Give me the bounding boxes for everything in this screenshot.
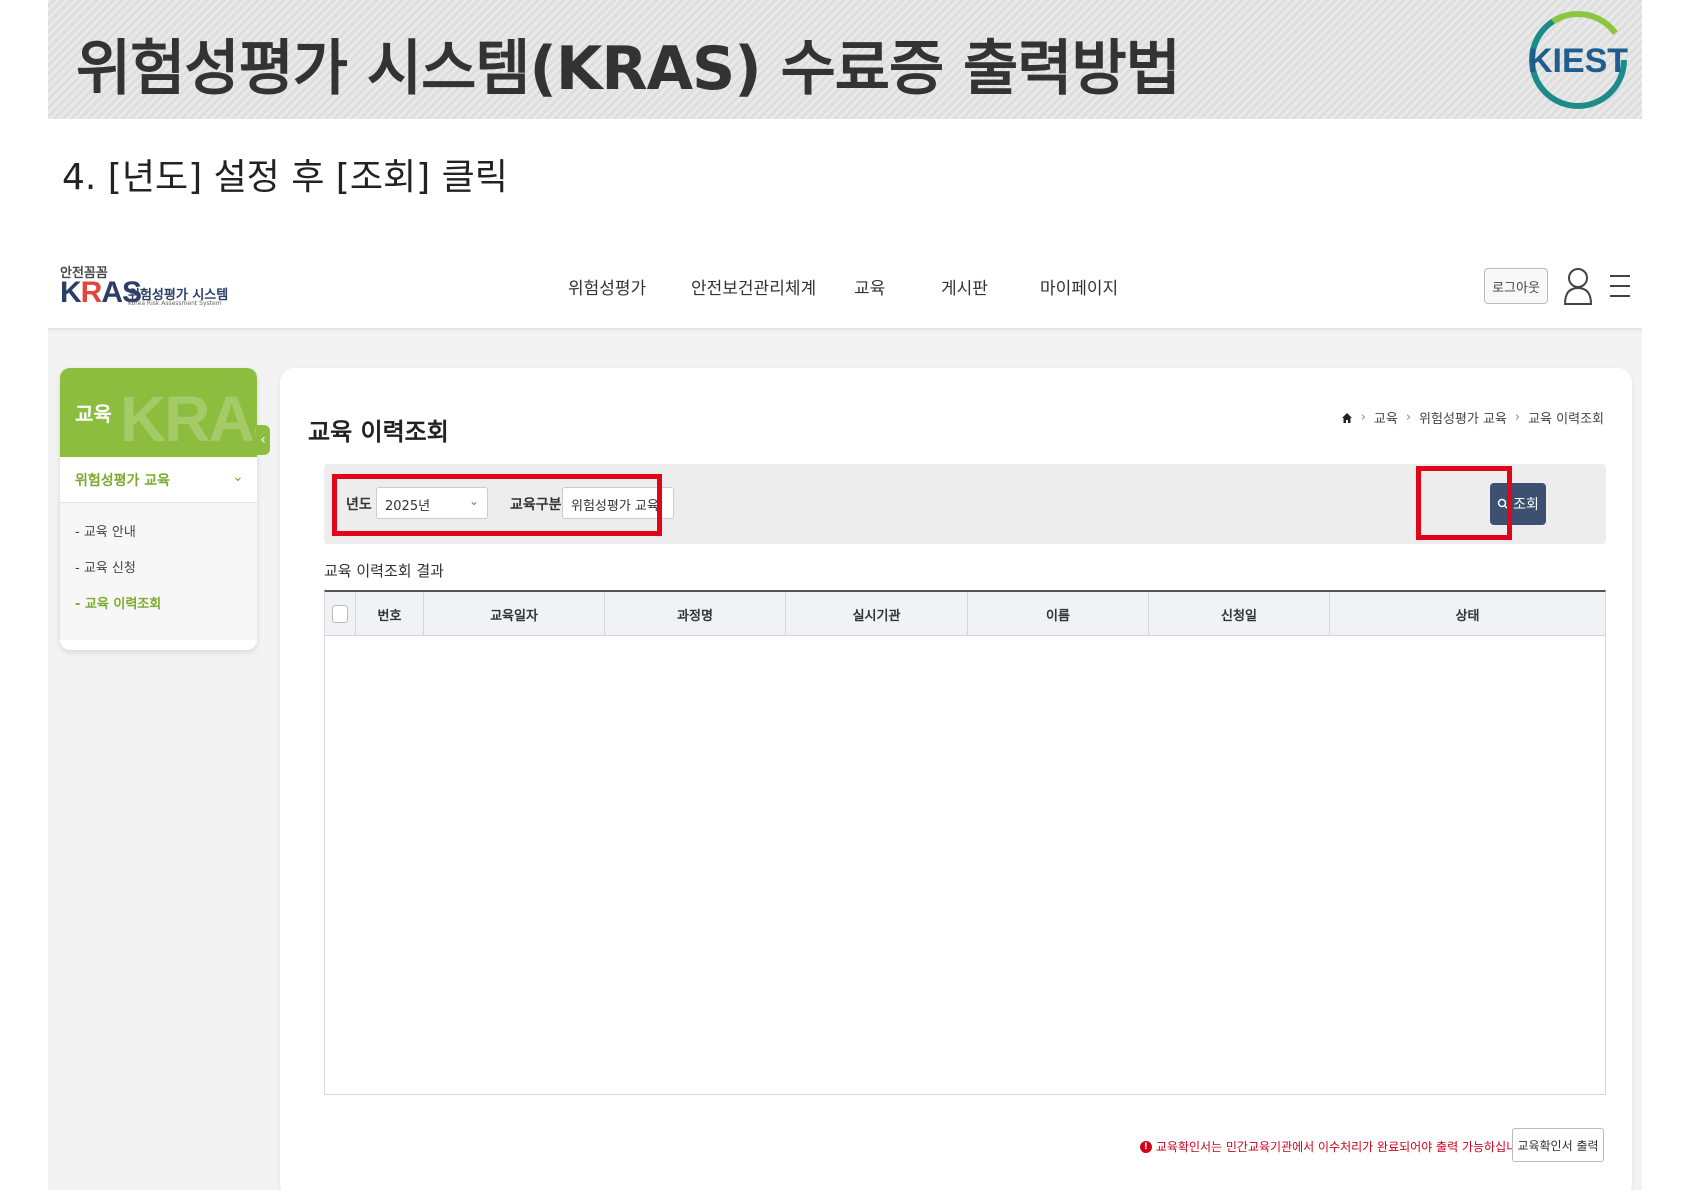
sidebar-submenu: - 교육 안내 - 교육 신청 - 교육 이력조회	[60, 503, 257, 640]
column-header-course: 과정명	[604, 592, 785, 636]
global-nav: 위험성평가 안전보건관리체계 교육 게시판 마이페이지	[48, 230, 1642, 329]
highlight-search-box	[1416, 466, 1512, 540]
result-table: 번호 교육일자 과정명 실시기관 이름 신청일 상태	[324, 590, 1606, 1095]
sidebar: KRAS 교육 ‹ 위험성평가 교육 ⌄ - 교육 안내 - 교육 신청 - 교…	[60, 368, 270, 650]
print-notice-text: 교육확인서는 민간교육기관에서 이수처리가 완료되어야 출력 가능하십니다.	[1155, 1140, 1532, 1154]
breadcrumb: › 교육 › 위험성평가 교육 › 교육 이력조회	[1341, 408, 1604, 427]
sidebar-category-label: 위험성평가 교육	[75, 473, 171, 489]
column-header-date: 교육일자	[423, 592, 604, 636]
column-header-status: 상태	[1329, 592, 1605, 636]
nav-item-safety-management[interactable]: 안전보건관리체계	[691, 274, 816, 299]
main-content: 교육 이력조회 › 교육 › 위험성평가 교육 › 교육 이력조회 년도 202…	[280, 368, 1632, 1190]
user-icon[interactable]	[1562, 266, 1594, 306]
logout-button[interactable]: 로그아웃	[1484, 268, 1548, 304]
sidebar-item-history[interactable]: - 교육 이력조회	[75, 593, 161, 612]
breadcrumb-separator: ›	[1514, 410, 1521, 425]
sidebar-item-apply[interactable]: - 교육 신청	[75, 557, 136, 576]
nav-item-mypage[interactable]: 마이페이지	[1040, 274, 1118, 299]
sidebar-title: 교육	[75, 402, 112, 426]
result-label: 교육 이력조회 결과	[324, 562, 444, 580]
slide-page: 위험성평가 시스템(KRAS) 수료증 출력방법 KIEST 4. [년도] 설…	[0, 0, 1682, 1190]
nav-item-risk-assessment[interactable]: 위험성평가	[568, 274, 646, 299]
sidebar-header: KRAS 교육	[60, 368, 257, 457]
print-notice: ! 교육확인서는 민간교육기관에서 이수처리가 완료되어야 출력 가능하십니다.	[1139, 1138, 1532, 1155]
sidebar-collapse-icon[interactable]: ‹	[256, 425, 270, 455]
chevron-down-icon: ⌄	[232, 469, 244, 485]
table-header: 번호 교육일자 과정명 실시기관 이름 신청일 상태	[325, 592, 1605, 636]
breadcrumb-separator: ›	[1360, 410, 1366, 425]
sidebar-item-guide[interactable]: - 교육 안내	[75, 521, 136, 540]
select-all-cell	[325, 592, 355, 636]
nav-item-board[interactable]: 게시판	[941, 274, 988, 299]
breadcrumb-separator: ›	[1405, 410, 1412, 425]
nav-item-education[interactable]: 교육	[854, 274, 885, 299]
sidebar-watermark: KRAS	[120, 383, 257, 455]
kiest-logo: KIEST	[1528, 11, 1628, 109]
home-icon[interactable]	[1341, 412, 1353, 424]
slide-title: 위험성평가 시스템(KRAS) 수료증 출력방법	[76, 34, 1181, 104]
menu-icon[interactable]	[1608, 272, 1632, 300]
page-title: 교육 이력조회	[308, 418, 449, 446]
step-instruction: 4. [년도] 설정 후 [조회] 클릭	[62, 157, 508, 198]
slide-banner: 위험성평가 시스템(KRAS) 수료증 출력방법 KIEST	[48, 0, 1642, 119]
highlight-filter-box	[332, 474, 662, 536]
print-certificate-button[interactable]: 교육확인서 출력	[1512, 1128, 1604, 1162]
search-button-label: 조회	[1513, 497, 1539, 513]
column-header-name: 이름	[967, 592, 1148, 636]
breadcrumb-item[interactable]: 교육	[1374, 408, 1398, 427]
column-header-apply-date: 신청일	[1148, 592, 1329, 636]
app-window: 안전꼼꼼 KRAS 위험성평가 시스템 Korea Risk Assessmen…	[48, 230, 1642, 1190]
column-header-number: 번호	[355, 592, 423, 636]
column-header-institution: 실시기관	[785, 592, 967, 636]
warning-icon: !	[1139, 1140, 1152, 1153]
select-all-checkbox[interactable]	[332, 605, 348, 623]
breadcrumb-item[interactable]: 위험성평가 교육	[1419, 408, 1507, 427]
kiest-logo-text: KIEST	[1528, 42, 1628, 80]
breadcrumb-item[interactable]: 교육 이력조회	[1528, 408, 1604, 427]
top-header: 안전꼼꼼 KRAS 위험성평가 시스템 Korea Risk Assessmen…	[48, 230, 1642, 329]
sidebar-category[interactable]: 위험성평가 교육 ⌄	[60, 457, 257, 503]
